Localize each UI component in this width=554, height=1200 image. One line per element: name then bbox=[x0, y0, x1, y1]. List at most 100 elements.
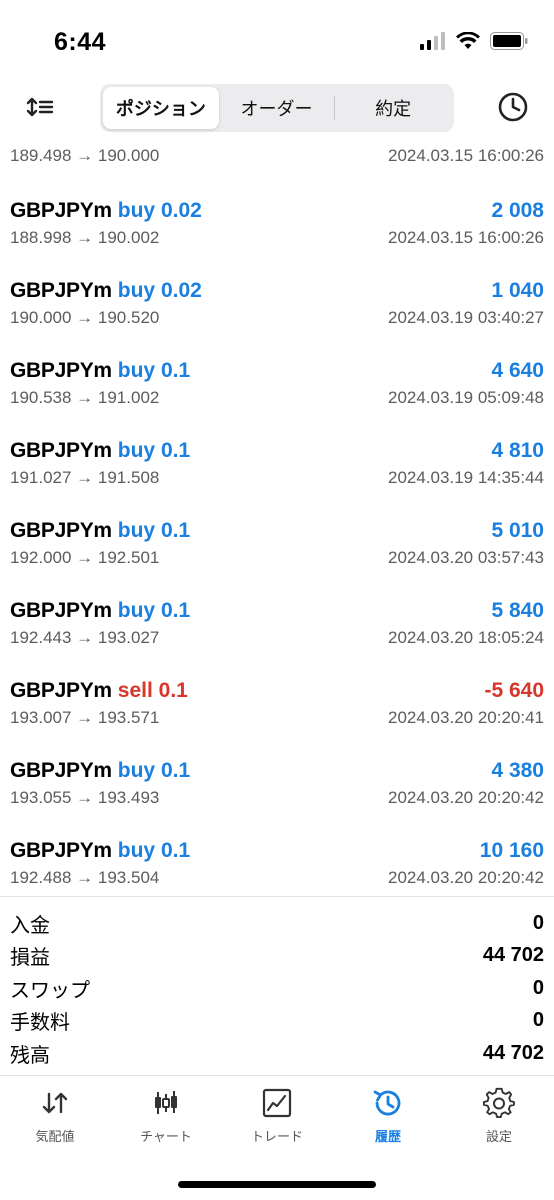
summary-commission: 手数料 0 bbox=[0, 1005, 554, 1038]
list-item[interactable]: GBPJPYm buy 0.1 5 840 192.443 → 193.027 2… bbox=[0, 576, 554, 656]
deal-type: buy 0.02 bbox=[117, 279, 202, 302]
tab-positions[interactable]: ポジション bbox=[103, 87, 219, 129]
deal-type: buy 0.02 bbox=[117, 199, 202, 222]
deal-prices: 192.000 → 192.501 bbox=[10, 548, 160, 567]
deals-list: 189.498 → 190.000 2024.03.15 16:00:26 GB… bbox=[0, 136, 554, 896]
summary-profit: 損益 44 702 bbox=[0, 940, 554, 973]
deal-type: buy 0.1 bbox=[117, 599, 191, 622]
deal-time: 2024.03.20 18:05:24 bbox=[388, 628, 544, 647]
deal-prices: 192.488 → 193.504 bbox=[10, 868, 160, 887]
summary-label: 手数料 bbox=[10, 1012, 70, 1035]
tab-label: トレード bbox=[250, 1129, 303, 1144]
tab-deals[interactable]: 約定 bbox=[335, 87, 451, 129]
deal-prices: 193.007 → 193.571 bbox=[10, 708, 160, 727]
deal-time: 2024.03.19 14:35:44 bbox=[388, 468, 544, 487]
deal-prices: 193.055 → 193.493 bbox=[10, 788, 160, 807]
deal-prices: 190.538 → 191.002 bbox=[10, 388, 160, 407]
list-item[interactable]: GBPJPYm sell 0.1 -5 640 193.007 → 193.571… bbox=[0, 656, 554, 736]
deal-time: 2024.03.19 03:40:27 bbox=[388, 308, 544, 327]
tab-label: チャート bbox=[140, 1129, 192, 1144]
list-item[interactable]: GBPJPYm buy 0.1 4 380 193.055 → 193.493 2… bbox=[0, 736, 554, 816]
tab-history[interactable]: 履歴 bbox=[333, 1086, 443, 1150]
summary-value: 0 bbox=[532, 911, 544, 934]
status-bar: 6:44 bbox=[0, 0, 554, 80]
deal-profit: 5 840 bbox=[491, 599, 544, 622]
deal-time: 2024.03.19 05:09:48 bbox=[388, 388, 544, 407]
battery-icon bbox=[490, 32, 528, 50]
sort-icon bbox=[26, 97, 54, 117]
deal-type: buy 0.1 bbox=[117, 759, 191, 782]
tab-label: 設定 bbox=[485, 1129, 512, 1144]
period-button[interactable] bbox=[496, 90, 530, 124]
header: ポジション オーダー 約定 bbox=[0, 80, 554, 136]
deal-symbol: GBPJPYm bbox=[10, 839, 112, 862]
segmented-control: ポジション オーダー 約定 bbox=[100, 84, 454, 132]
tab-trade[interactable]: トレード bbox=[222, 1086, 332, 1150]
summary-label: 入金 bbox=[10, 914, 50, 937]
summary-label: 損益 bbox=[10, 947, 50, 970]
deal-profit: 5 010 bbox=[491, 519, 544, 542]
deal-profit: -5 640 bbox=[484, 679, 544, 702]
status-time: 6:44 bbox=[54, 28, 107, 56]
deal-prices: 191.027 → 191.508 bbox=[10, 468, 160, 487]
deal-profit: 4 380 bbox=[491, 759, 544, 782]
deal-profit: 1 040 bbox=[491, 279, 544, 302]
summary-value: 0 bbox=[532, 976, 544, 999]
deal-time: 2024.03.15 16:00:26 bbox=[388, 228, 544, 247]
summary-value: 44 702 bbox=[482, 1041, 544, 1064]
deal-profit: 4 810 bbox=[491, 439, 544, 462]
summary-panel: 入金 0 損益 44 702 スワップ 0 手数料 0 残高 44 702 bbox=[0, 896, 554, 1076]
quotes-icon bbox=[42, 1092, 68, 1114]
deal-profit: 2 008 bbox=[491, 199, 544, 222]
tab-chart[interactable]: チャート bbox=[111, 1086, 221, 1150]
summary-value: 44 702 bbox=[482, 944, 544, 967]
deal-symbol: GBPJPYm bbox=[10, 359, 112, 382]
deal-symbol: GBPJPYm bbox=[10, 679, 112, 702]
deal-time: 2024.03.15 16:00:26 bbox=[388, 146, 544, 165]
list-item[interactable]: GBPJPYm buy 0.1 10 160 192.488 → 193.504 … bbox=[0, 816, 554, 896]
tab-quotes[interactable]: 気配値 bbox=[0, 1086, 110, 1150]
list-item[interactable]: GBPJPYm buy 0.02 2 008 188.998 → 190.002 … bbox=[0, 176, 554, 256]
deal-prices: 188.998 → 190.002 bbox=[10, 228, 160, 247]
deal-symbol: GBPJPYm bbox=[10, 279, 112, 302]
summary-value: 0 bbox=[532, 1009, 544, 1032]
deal-prices: 190.000 → 190.520 bbox=[10, 308, 160, 327]
cellular-signal-icon bbox=[420, 32, 445, 50]
deal-type: buy 0.1 bbox=[117, 519, 191, 542]
deal-symbol: GBPJPYm bbox=[10, 519, 112, 542]
summary-swap: スワップ 0 bbox=[0, 972, 554, 1005]
trade-icon bbox=[262, 1088, 292, 1118]
home-indicator bbox=[178, 1181, 376, 1188]
deal-time: 2024.03.20 20:20:42 bbox=[388, 868, 544, 887]
tab-orders[interactable]: オーダー bbox=[219, 87, 335, 129]
summary-label: 残高 bbox=[10, 1044, 50, 1067]
list-item[interactable]: GBPJPYm buy 0.02 1 040 190.000 → 190.520 … bbox=[0, 256, 554, 336]
tab-settings[interactable]: 設定 bbox=[444, 1086, 554, 1150]
sort-button[interactable] bbox=[24, 90, 58, 124]
clock-icon bbox=[498, 92, 528, 122]
tab-bar: 気配値 チャート トレード 履歴 設定 bbox=[0, 1078, 554, 1200]
list-item-partial[interactable]: 189.498 → 190.000 2024.03.15 16:00:26 bbox=[0, 136, 554, 176]
deal-type: buy 0.1 bbox=[117, 439, 191, 462]
wifi-icon bbox=[456, 32, 480, 49]
deal-type: buy 0.1 bbox=[117, 839, 191, 862]
summary-balance: 残高 44 702 bbox=[0, 1037, 554, 1070]
tab-label: 気配値 bbox=[35, 1129, 75, 1144]
deal-profit: 10 160 bbox=[479, 839, 544, 862]
deal-symbol: GBPJPYm bbox=[10, 199, 112, 222]
list-item[interactable]: GBPJPYm buy 0.1 5 010 192.000 → 192.501 2… bbox=[0, 496, 554, 576]
deal-time: 2024.03.20 20:20:41 bbox=[388, 708, 544, 727]
settings-icon bbox=[482, 1087, 515, 1118]
tab-label: 履歴 bbox=[374, 1129, 401, 1144]
history-icon bbox=[373, 1090, 401, 1116]
chart-icon bbox=[155, 1091, 177, 1114]
deal-time: 2024.03.20 20:20:42 bbox=[388, 788, 544, 807]
deal-profit: 4 640 bbox=[491, 359, 544, 382]
list-item[interactable]: GBPJPYm buy 0.1 4 640 190.538 → 191.002 2… bbox=[0, 336, 554, 416]
summary-label: スワップ bbox=[10, 979, 90, 1002]
deal-symbol: GBPJPYm bbox=[10, 439, 112, 462]
deal-time: 2024.03.20 03:57:43 bbox=[388, 548, 544, 567]
list-item[interactable]: GBPJPYm buy 0.1 4 810 191.027 → 191.508 2… bbox=[0, 416, 554, 496]
summary-deposit: 入金 0 bbox=[0, 907, 554, 940]
status-icons bbox=[420, 32, 528, 50]
